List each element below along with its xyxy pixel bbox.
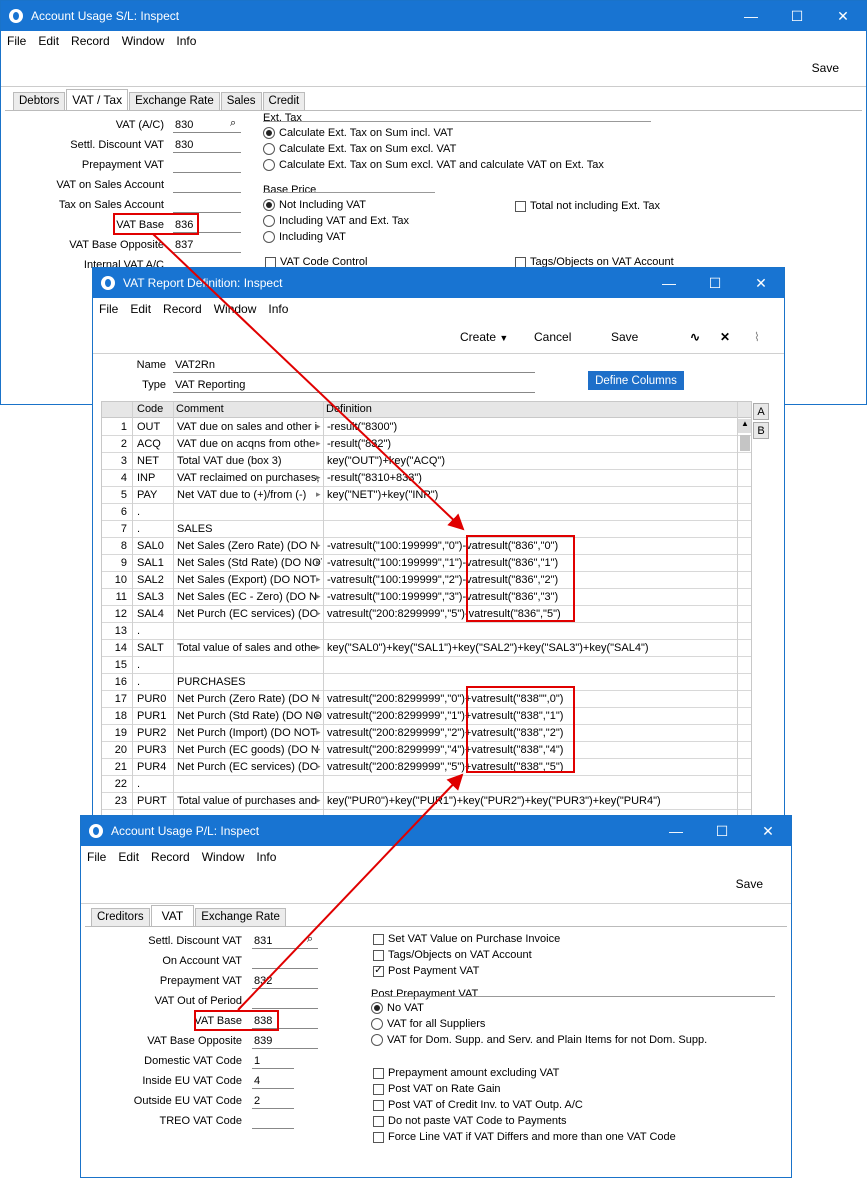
arrow-sales-vat-base: [152, 233, 465, 531]
arrow-purchase-vat-base: [237, 773, 464, 1011]
arrow-overlay: [152, 233, 465, 1011]
